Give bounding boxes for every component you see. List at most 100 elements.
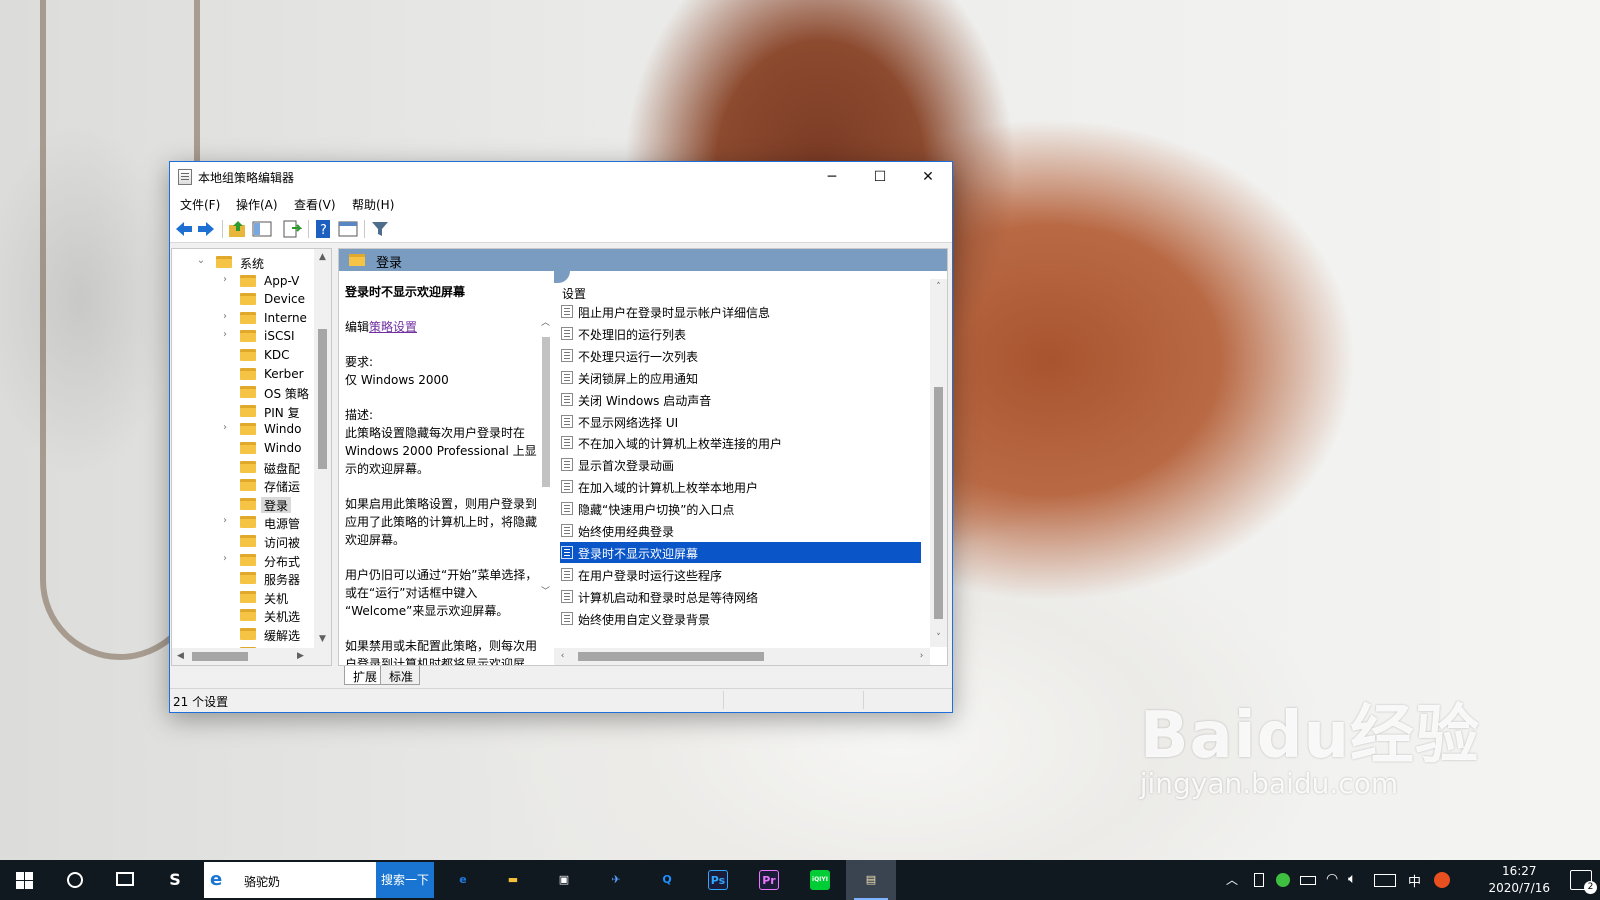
expand-right-chevron-icon[interactable]: › (220, 274, 230, 285)
taskbar-app-button[interactable]: ▬ (488, 860, 538, 900)
maximize-button[interactable]: ☐ (856, 162, 904, 193)
minimize-button[interactable]: ─ (808, 162, 856, 193)
scroll-up-arrow-icon[interactable]: ▲ (314, 249, 331, 266)
description-scrollbar[interactable]: ︿ ﹀ (537, 315, 554, 601)
clock[interactable]: 16:27 2020/7/16 (1488, 863, 1550, 897)
help-icon[interactable]: ? (314, 219, 334, 239)
policy-setting-row[interactable]: 登录时不显示欢迎屏幕 (560, 541, 921, 563)
tree-item[interactable]: › Windo (172, 420, 314, 438)
policy-setting-row[interactable]: 关闭锁屏上的应用通知 (560, 367, 921, 388)
expand-right-chevron-icon[interactable]: › (220, 329, 230, 340)
search-circle-button[interactable] (50, 860, 100, 900)
menu-help[interactable]: 帮助(H) (352, 196, 394, 213)
scroll-right-arrow-icon[interactable]: › (913, 648, 930, 665)
forward-arrow-icon[interactable] (196, 219, 216, 239)
filter-icon[interactable] (370, 219, 390, 239)
taskbar-app-button[interactable]: Q (642, 860, 692, 900)
expand-right-chevron-icon[interactable]: › (220, 422, 230, 433)
scroll-up-arrow-icon[interactable]: ˄ (930, 279, 947, 296)
settings-vertical-scrollbar[interactable]: ˄ ˅ (930, 279, 947, 647)
expand-down-chevron-icon[interactable]: ⌄ (196, 255, 206, 266)
sogou-app-button[interactable]: S (150, 860, 200, 900)
start-button[interactable] (0, 860, 50, 900)
tree-horizontal-scrollbar[interactable]: ◀ ▶ (172, 648, 331, 665)
settings-horizontal-scrollbar[interactable]: ‹ › (554, 648, 930, 665)
edit-policy-link[interactable]: 策略设置 (369, 320, 417, 334)
tree-item[interactable]: › iSCSI (172, 327, 314, 345)
taskbar-app-button[interactable]: iQIYI (795, 860, 845, 900)
taskbar-app-button[interactable]: Ps (693, 860, 743, 900)
tree-item[interactable]: 磁盘配 (172, 458, 314, 476)
policy-setting-row[interactable]: 隐藏“快速用户切换”的入口点 (560, 498, 921, 519)
wifi-icon[interactable]: ◠ (1326, 871, 1338, 887)
properties-icon[interactable] (338, 219, 358, 239)
scroll-left-arrow-icon[interactable]: ◀ (172, 648, 189, 665)
tree-item[interactable]: 访问被 (172, 532, 314, 550)
policy-setting-row[interactable]: 阻止用户在登录时显示帐户详细信息 (560, 301, 921, 322)
tree-item[interactable]: Device (172, 290, 314, 308)
tree-item[interactable]: 服务器 (172, 569, 314, 587)
taskbar-app-button[interactable]: ▤ (846, 860, 896, 900)
menu-action[interactable]: 操作(A) (236, 196, 278, 213)
taskbar-app-button[interactable]: e (438, 860, 488, 900)
export-list-icon[interactable] (282, 219, 302, 239)
volume-icon[interactable]: 🔈︎ (1348, 871, 1356, 887)
tray-overflow-chevron-icon[interactable]: ︿ (1226, 871, 1238, 888)
policy-setting-row[interactable]: 关闭 Windows 启动声音 (560, 389, 921, 410)
policy-setting-row[interactable]: 在用户登录时运行这些程序 (560, 564, 921, 585)
search-button[interactable]: 搜索一下 (376, 862, 434, 898)
taskbar-app-button[interactable]: ✈ (591, 860, 641, 900)
keyboard-icon[interactable] (1374, 874, 1396, 887)
settings-column-header[interactable]: 设置 (562, 285, 586, 302)
policy-setting-row[interactable]: 在加入域的计算机上枚举本地用户 (560, 476, 921, 497)
menu-view[interactable]: 查看(V) (294, 196, 336, 213)
sogou-ime-icon[interactable] (1434, 872, 1450, 888)
scroll-thumb[interactable] (542, 337, 550, 487)
scroll-thumb[interactable] (192, 652, 248, 661)
taskbar-app-button[interactable]: Pr (744, 860, 794, 900)
expand-right-chevron-icon[interactable]: › (220, 553, 230, 564)
scroll-down-arrow-icon[interactable]: ▼ (314, 631, 331, 648)
scroll-thumb[interactable] (934, 387, 943, 619)
battery-icon[interactable] (1300, 876, 1316, 885)
tree-item[interactable]: › App-V (172, 272, 314, 290)
tree-item[interactable]: 关机选 (172, 606, 314, 624)
tree-item[interactable]: PIN 复 (172, 402, 314, 420)
ime-indicator[interactable]: 中 (1408, 871, 1421, 890)
tree-item[interactable]: › 分布式 (172, 551, 314, 569)
back-arrow-icon[interactable] (174, 219, 194, 239)
tree-item[interactable]: 关机 (172, 588, 314, 606)
taskbar-app-button[interactable]: ▣ (539, 860, 589, 900)
tree-item[interactable]: › Interne (172, 309, 314, 327)
tree-item[interactable]: OS 策略 (172, 383, 314, 401)
tree-item[interactable]: 缓解选 (172, 625, 314, 643)
title-bar[interactable]: 本地组策略编辑器 ─ ☐ ✕ (170, 162, 952, 193)
menu-file[interactable]: 文件(F) (180, 196, 220, 213)
policy-setting-row[interactable]: 始终使用自定义登录背景 (560, 608, 921, 629)
tray-device-icon[interactable] (1254, 873, 1264, 887)
policy-setting-row[interactable]: 始终使用经典登录 (560, 520, 921, 541)
tab-extended[interactable]: 扩展 (344, 666, 385, 685)
action-center-button[interactable]: 2 (1570, 870, 1597, 894)
tree-item[interactable]: › 电源管 (172, 513, 314, 531)
scroll-thumb[interactable] (318, 329, 327, 469)
policy-setting-row[interactable]: 不处理旧的运行列表 (560, 323, 921, 344)
tree-item[interactable]: 登录 (172, 495, 314, 513)
tree-item[interactable]: KDC (172, 346, 314, 364)
tree-item[interactable]: 存储运 (172, 476, 314, 494)
scroll-thumb[interactable] (578, 652, 764, 661)
up-folder-icon[interactable] (228, 219, 248, 239)
policy-setting-row[interactable]: 不显示网络选择 UI (560, 411, 921, 432)
tree-item[interactable]: ⌄ 系统 (172, 253, 314, 271)
scroll-down-arrow-icon[interactable]: ˅ (930, 630, 947, 647)
tree-vertical-scrollbar[interactable]: ▲ ▼ (314, 249, 331, 648)
expand-right-chevron-icon[interactable]: › (220, 311, 230, 322)
taskbar-search-box[interactable]: e 骆驼奶 (204, 862, 376, 898)
tab-standard[interactable]: 标准 (380, 666, 421, 685)
show-hide-tree-icon[interactable] (252, 219, 272, 239)
scroll-down-chevron-icon[interactable]: ﹀ (537, 584, 554, 601)
tray-360-icon[interactable] (1276, 873, 1290, 887)
scroll-left-arrow-icon[interactable]: ‹ (554, 648, 571, 665)
policy-setting-row[interactable]: 显示首次登录动画 (560, 454, 921, 475)
scroll-up-chevron-icon[interactable]: ︿ (537, 315, 554, 332)
